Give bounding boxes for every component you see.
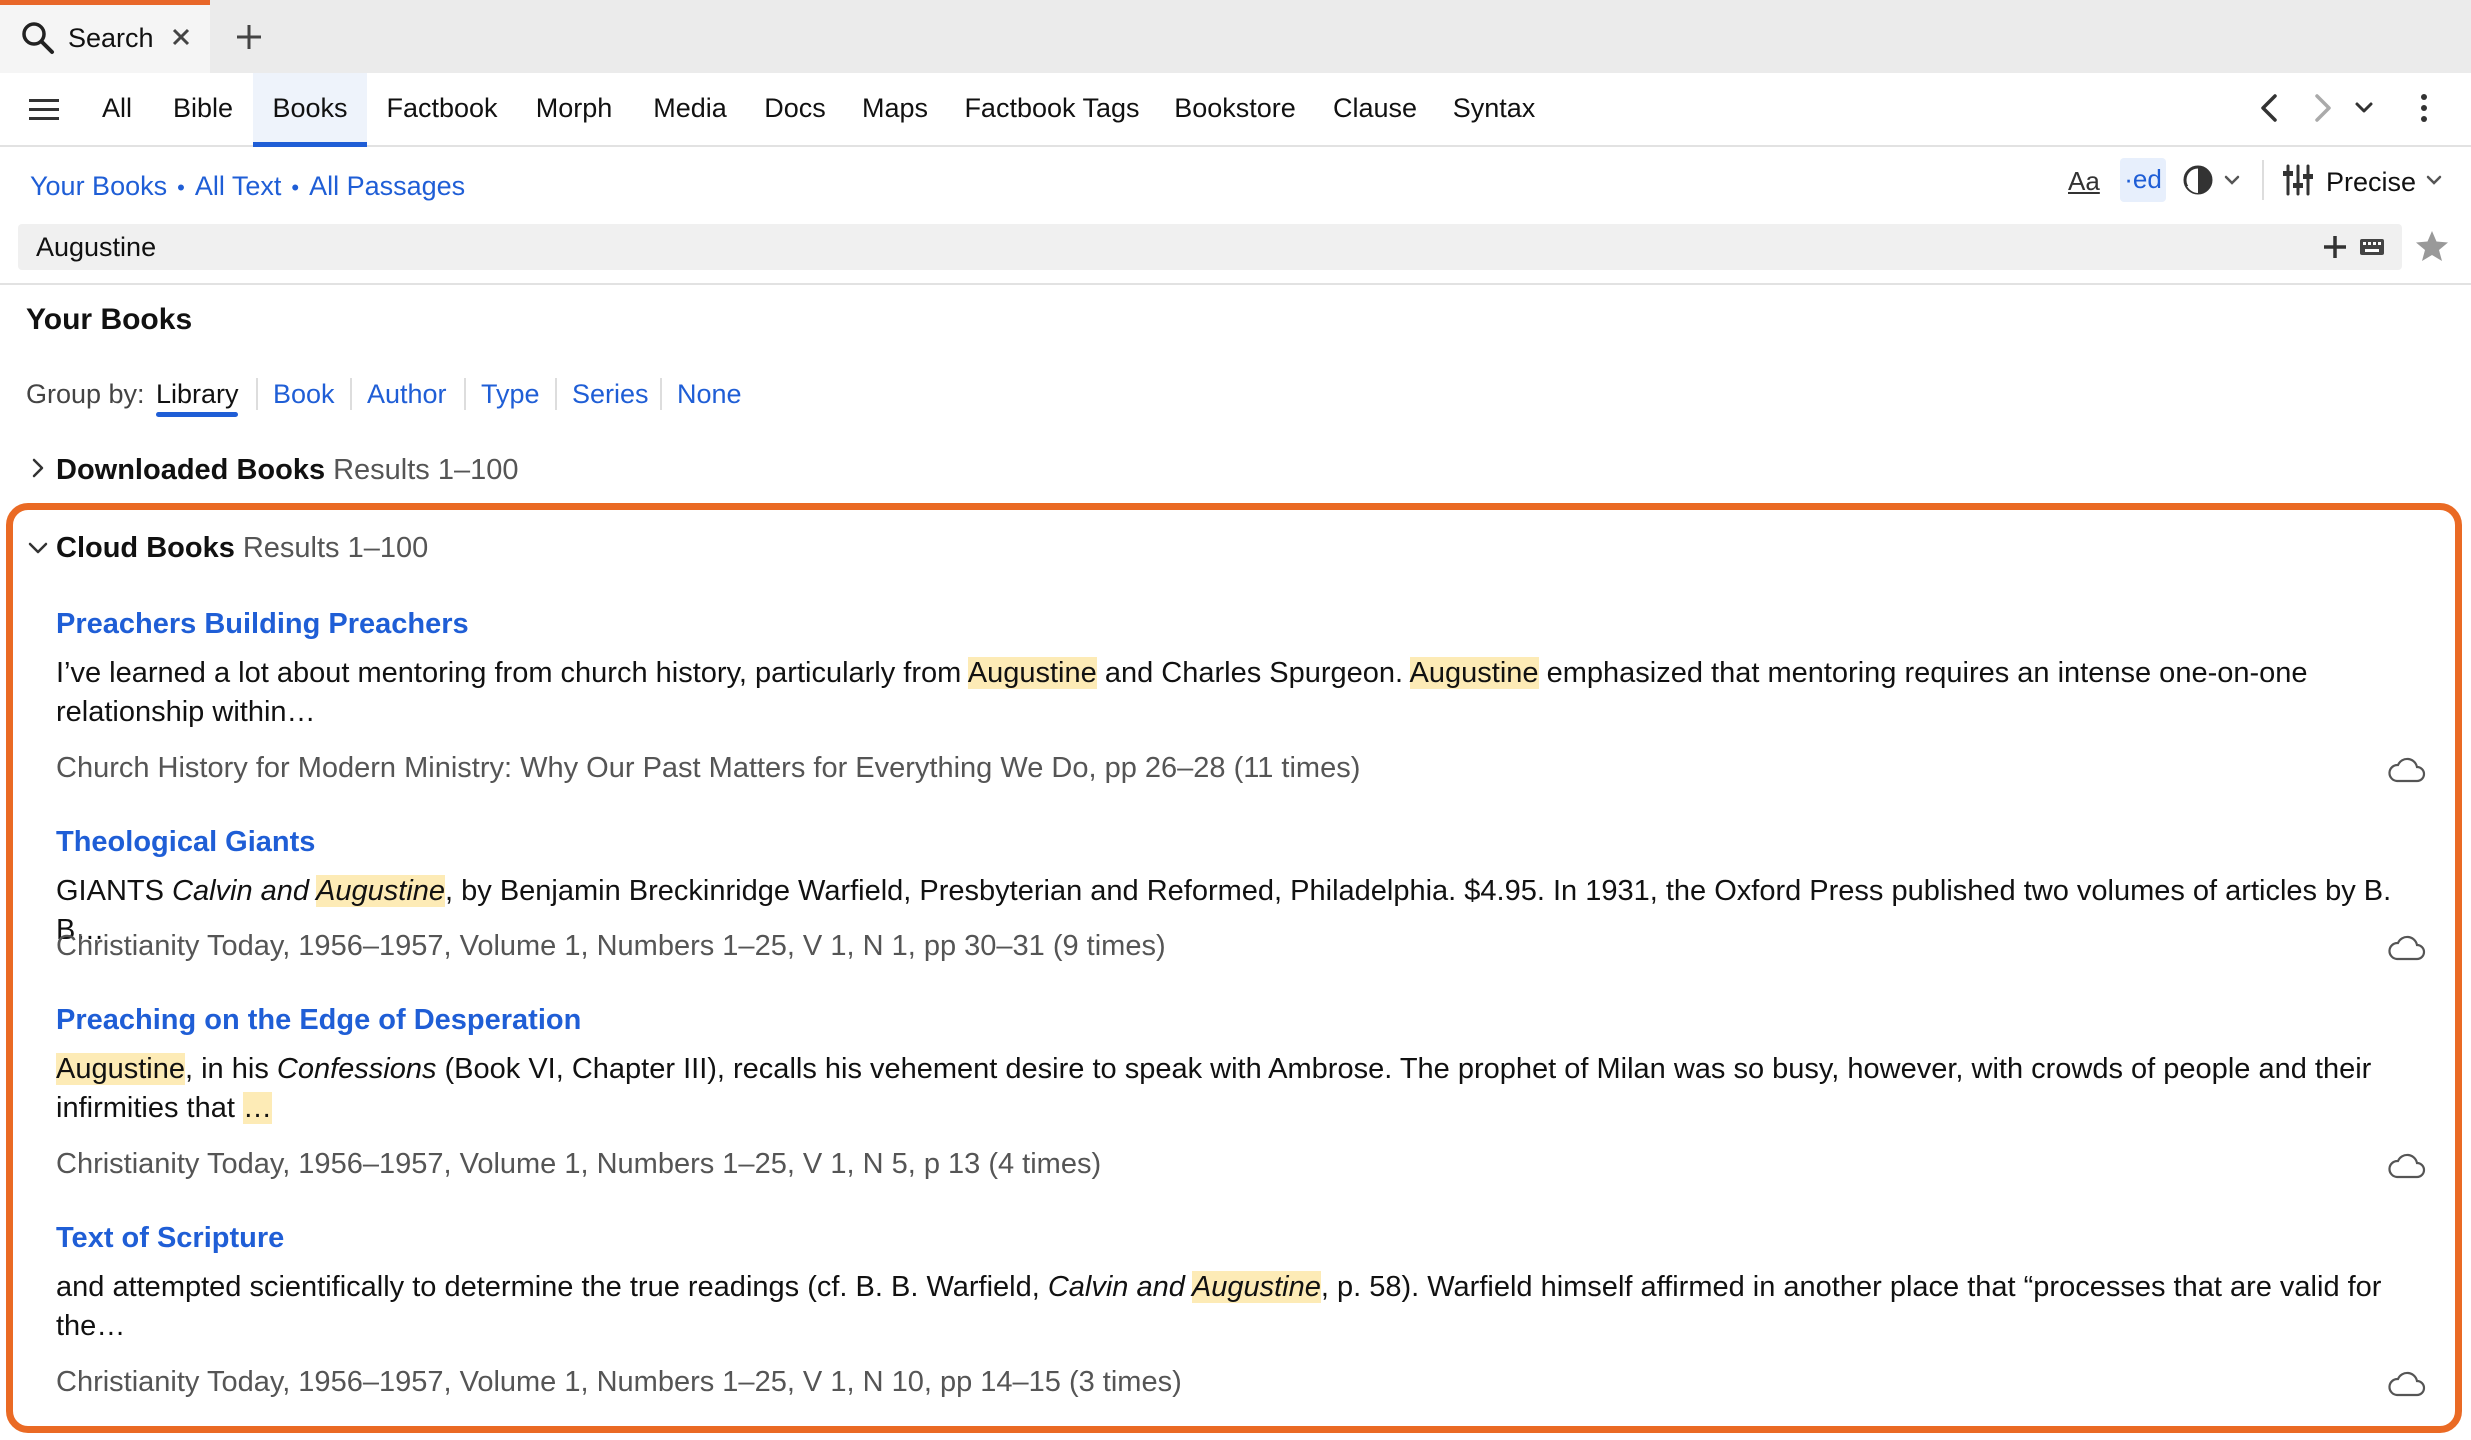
snippet-text: , in his [185,1053,277,1085]
chevron-down-icon[interactable] [24,534,52,562]
scope-all-passages-link[interactable]: All Passages [309,171,465,201]
match-forms-toggle[interactable]: ·ed [2120,158,2166,202]
chevron-right-icon[interactable] [2304,90,2340,126]
sliders-icon[interactable] [2280,162,2316,198]
snippet-text: Calvin and [172,875,317,907]
tab-bookstore[interactable]: Bookstore [1168,73,1302,147]
tab-media[interactable]: Media [648,73,732,147]
snippet-text: and attempted scientifically to determin… [56,1271,1048,1303]
group-by-author[interactable]: Author [367,374,447,414]
tab-factbook[interactable]: Factbook [380,73,504,147]
search-hit-highlight: Augustine [56,1053,185,1085]
snippet-text: Calvin and [1047,1271,1192,1303]
group-count: Results 1–100 [242,532,429,564]
star-icon[interactable] [2414,228,2450,264]
group-by-library[interactable]: Library [156,374,239,414]
tab-books[interactable]: Books [253,73,367,147]
tab-strip [0,0,2471,73]
group-by-book[interactable]: Book [273,374,335,414]
group-by-label: Group by: [26,379,145,409]
group-by-divider [660,378,662,410]
result-snippet: and attempted scientifically to determin… [56,1268,2396,1346]
tab-docs[interactable]: Docs [758,73,832,147]
match-case-toggle[interactable]: Aa [2068,162,2106,202]
cloud-icon [2386,933,2426,963]
chevron-right-icon[interactable] [24,454,52,482]
snippet-text: GIANTS [56,875,173,907]
keyboard-icon[interactable] [2358,234,2386,260]
cloud-icon [2386,755,2426,785]
chevron-down-icon[interactable] [2422,168,2446,192]
search-hit-highlight: Augustine [1409,657,1539,689]
contrast-icon[interactable] [2180,162,2216,198]
chevron-left-icon[interactable] [2252,90,2288,126]
tab-morph[interactable]: Morph [526,73,622,147]
cloud-books-group[interactable]: Cloud Books Results 1–100 [56,528,428,568]
group-by-divider [464,378,466,410]
result-reference[interactable]: Christianity Today, 1956–1957, Volume 1,… [56,926,1166,966]
scope-your-books-link[interactable]: Your Books [30,171,167,201]
close-icon[interactable] [166,22,196,52]
tab-bible[interactable]: Bible [158,73,248,147]
tab-title: Search [68,23,154,53]
plus-icon[interactable] [2320,232,2350,262]
result-snippet: I’ve learned a lot about mentoring from … [56,654,2396,732]
new-tab-plus-icon[interactable] [232,20,266,54]
chevron-down-icon[interactable] [2220,168,2244,192]
search-mode-select[interactable]: Precise [2326,162,2416,202]
search-hit-highlight: … [242,1092,272,1124]
tab-syntax[interactable]: Syntax [1448,73,1540,147]
snippet-text: I’ve learned a lot about mentoring from … [56,657,968,689]
result-reference[interactable]: Christianity Today, 1956–1957, Volume 1,… [56,1144,1101,1184]
snippet-text: and Charles Spurgeon. [1096,657,1410,689]
tab-maps[interactable]: Maps [856,73,934,147]
tab-clause[interactable]: Clause [1328,73,1422,147]
result-reference[interactable]: Christianity Today, 1956–1957, Volume 1,… [56,1362,1182,1402]
cloud-icon [2386,1151,2426,1181]
result-title[interactable]: Theological Giants [56,822,315,862]
result-title[interactable]: Text of Scripture [56,1218,284,1258]
result-snippet: Augustine, in his Confessions (Book VI, … [56,1050,2396,1128]
group-by-series[interactable]: Series [572,374,649,414]
group-by-divider [256,378,258,410]
chevron-down-icon[interactable] [2350,94,2378,122]
result-title[interactable]: Preachers Building Preachers [56,604,469,644]
tab-all[interactable]: All [92,73,142,147]
result-reference[interactable]: Church History for Modern Ministry: Why … [56,748,1360,788]
group-by-divider [555,378,557,410]
divider [0,283,2471,285]
group-by-type[interactable]: Type [481,374,540,414]
search-input[interactable] [36,226,2236,268]
result-title[interactable]: Preaching on the Edge of Desperation [56,1000,581,1040]
search-icon [20,20,56,56]
hamburger-icon[interactable] [26,92,62,128]
group-by-active-indicator [156,412,238,417]
cloud-icon [2386,1369,2426,1399]
search-hit-highlight: Augustine [316,875,446,907]
section-title: Your Books [26,303,193,336]
tab-factbook-tags[interactable]: Factbook Tags [960,73,1144,147]
group-by-divider [350,378,352,410]
group-count: Results 1–100 [333,454,519,486]
group-by-none[interactable]: None [677,374,742,414]
more-vertical-icon[interactable] [2406,90,2442,126]
snippet-text: Confessions [276,1053,437,1085]
toolbar-divider [2262,160,2264,200]
scope-separator: • [177,175,185,200]
downloaded-books-group[interactable]: Downloaded Books Results 1–100 [56,450,518,490]
search-hit-highlight: Augustine [1191,1271,1321,1303]
scope-separator: • [291,175,300,200]
group-title: Downloaded Books [56,454,326,486]
group-title: Cloud Books [56,532,235,564]
search-scope: Your Books • All Text • All Passages [30,166,465,208]
scope-all-text-link[interactable]: All Text [195,171,282,201]
search-hit-highlight: Augustine [967,657,1097,689]
